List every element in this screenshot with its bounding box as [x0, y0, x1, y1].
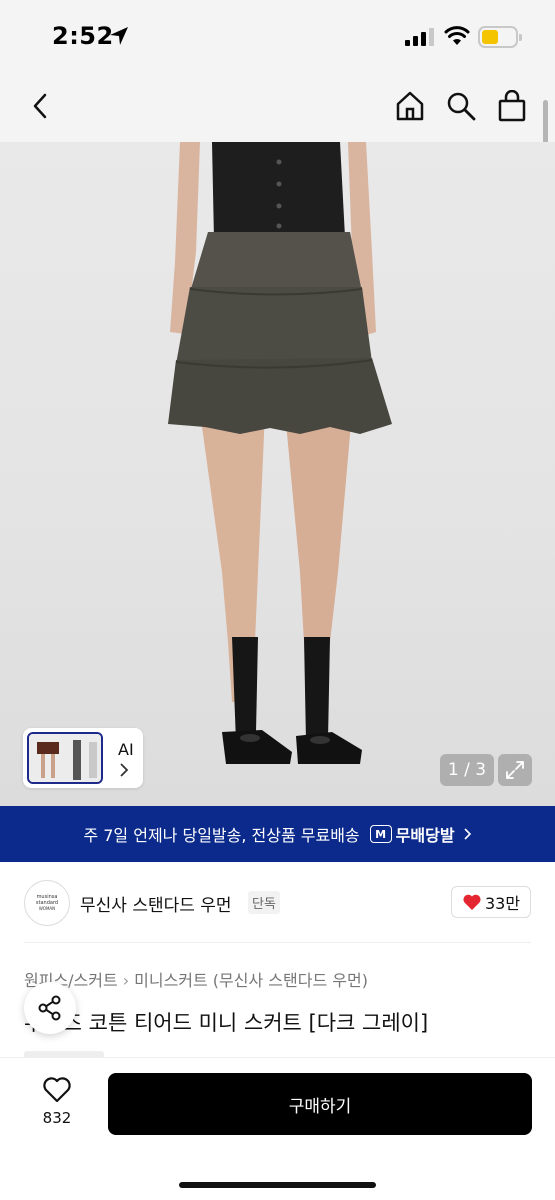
status-time: 2:52	[52, 22, 114, 50]
status-bar: 2:52	[0, 0, 555, 72]
cart-button[interactable]	[492, 86, 532, 126]
product-image[interactable]	[0, 142, 555, 806]
breadcrumb-subcategory[interactable]: 미니스커트 (무신사 스탠다드 우먼)	[134, 971, 368, 990]
bottom-action-bar: 832 구매하기	[0, 1057, 555, 1200]
share-icon	[38, 995, 61, 1021]
shipping-banner[interactable]: 주 7일 언제나 당일발송, 전상품 무료배송 M 무배당발	[0, 806, 555, 862]
brand-like-count: 33만	[484, 894, 521, 913]
chevron-right-icon	[120, 763, 129, 777]
breadcrumb: 원피스/스커트 › 미니스커트 (무신사 스탠다드 우먼)	[24, 967, 368, 991]
expand-image-button[interactable]	[498, 754, 532, 786]
search-button[interactable]	[441, 86, 481, 126]
home-icon	[396, 91, 424, 121]
home-indicator	[179, 1182, 376, 1188]
shopping-bag-icon	[498, 90, 526, 122]
wifi-icon	[444, 26, 470, 45]
back-button[interactable]	[20, 86, 60, 126]
expand-icon	[506, 761, 524, 779]
home-button[interactable]	[390, 86, 430, 126]
chevron-right-icon	[463, 828, 471, 840]
divider	[24, 942, 531, 943]
share-button[interactable]	[24, 982, 76, 1034]
product-title: 우먼즈 코튼 티어드 미니 스커트 [다크 그레이]	[24, 1011, 429, 1035]
heart-filled-icon	[463, 894, 481, 910]
wishlist-count: 832	[42, 1109, 72, 1127]
musinsa-m-icon: M	[369, 825, 392, 843]
battery-icon	[478, 26, 522, 48]
back-icon	[33, 93, 47, 119]
buy-button[interactable]: 구매하기	[108, 1073, 532, 1135]
free-shipping-badge-label: 무배당발	[395, 826, 455, 845]
location-arrow-icon	[110, 27, 128, 45]
brand-like-button[interactable]: 33만	[451, 886, 531, 918]
image-page-indicator: 1 / 3	[440, 754, 494, 786]
brand-logo-text: WOMAN	[38, 906, 56, 911]
brand-name[interactable]: 무신사 스탠다드 우먼	[80, 891, 232, 916]
heart-outline-icon	[43, 1077, 71, 1103]
wishlist-button[interactable]: 832	[32, 1076, 82, 1138]
exclusive-badge: 단독	[248, 891, 280, 914]
cellular-signal-icon	[405, 28, 434, 46]
shipping-banner-text: 주 7일 언제나 당일발송, 전상품 무료배송	[83, 826, 360, 845]
free-shipping-badge: M 무배당발	[369, 822, 455, 846]
brand-logo[interactable]: musinsa standard WOMAN	[24, 880, 70, 926]
search-icon	[447, 92, 476, 121]
ai-label: AI	[118, 740, 134, 759]
nav-bar	[0, 72, 555, 142]
ai-try-on-card[interactable]: AI	[23, 728, 143, 788]
breadcrumb-separator-icon: ›	[122, 971, 130, 990]
thumbnail-image	[27, 732, 103, 784]
product-photo	[168, 142, 392, 764]
